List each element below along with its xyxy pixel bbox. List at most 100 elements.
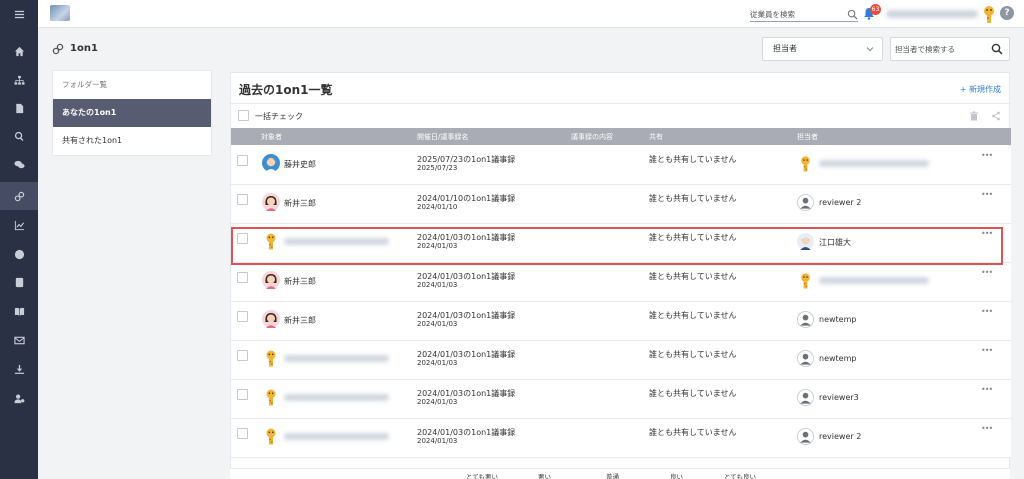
- row-checkbox[interactable]: [237, 272, 248, 283]
- download-icon[interactable]: [0, 355, 38, 383]
- company-logo[interactable]: [50, 5, 70, 21]
- col-owner[interactable]: 担当者: [797, 132, 818, 142]
- owner-filter-value: 担当者: [773, 44, 797, 53]
- col-subject[interactable]: 対象者: [261, 132, 282, 142]
- table-row[interactable]: 2024/01/03の1on1議事録 2024/01/03 誰とも共有していません r…: [231, 380, 1011, 419]
- help-icon[interactable]: ?: [1000, 6, 1014, 20]
- shared-status: 誰とも共有していません: [649, 233, 737, 242]
- more-actions-icon[interactable]: •••: [981, 151, 993, 160]
- subject-avatar-icon: [262, 310, 280, 328]
- row-checkbox[interactable]: [237, 311, 248, 322]
- home-icon[interactable]: [0, 37, 38, 65]
- document-icon[interactable]: [0, 94, 38, 122]
- row-checkbox[interactable]: [237, 428, 248, 439]
- owner-name: reviewer 2: [819, 198, 862, 207]
- col-content[interactable]: 議事録の内容: [571, 132, 613, 142]
- col-date[interactable]: 開催日/議事録名: [417, 132, 468, 142]
- row-checkbox[interactable]: [237, 350, 248, 361]
- owner-name-blurred: [819, 277, 929, 284]
- owner-filter-select[interactable]: 担当者: [762, 37, 883, 61]
- more-actions-icon[interactable]: •••: [981, 229, 993, 238]
- subject-name[interactable]: 新井三郎: [284, 276, 316, 287]
- bulk-check-checkbox[interactable]: [238, 110, 249, 121]
- record-date: 2024/01/03: [417, 398, 458, 406]
- subject-name-blurred[interactable]: [284, 355, 389, 362]
- employee-search-input[interactable]: 従業員を検索: [750, 8, 858, 22]
- row-checkbox[interactable]: [237, 233, 248, 244]
- chevron-down-icon: [866, 47, 874, 52]
- subject-avatar-icon: [262, 427, 280, 445]
- more-actions-icon[interactable]: •••: [981, 346, 993, 355]
- more-actions-icon[interactable]: •••: [981, 385, 993, 394]
- row-checkbox[interactable]: [237, 194, 248, 205]
- subject-name[interactable]: 新井三郎: [284, 315, 316, 326]
- owner-avatar-icon: [797, 272, 814, 289]
- folder-item-shared[interactable]: 共有された1on1: [53, 127, 211, 155]
- contact-card-icon[interactable]: [0, 268, 38, 296]
- record-date: 2024/01/10: [417, 203, 458, 211]
- row-checkbox[interactable]: [237, 389, 248, 400]
- more-actions-icon[interactable]: •••: [981, 307, 993, 316]
- owner-search-input[interactable]: [895, 42, 987, 57]
- more-actions-icon[interactable]: •••: [981, 268, 993, 277]
- table-row[interactable]: 2024/01/03の1on1議事録 2024/01/03 誰とも共有していません n…: [231, 341, 1011, 380]
- trash-icon[interactable]: [969, 111, 979, 121]
- table-row[interactable]: 2024/01/03の1on1議事録 2024/01/03 誰とも共有していません江…: [231, 224, 1011, 263]
- owner-avatar-icon: [797, 389, 814, 406]
- subject-name-blurred[interactable]: [284, 238, 389, 245]
- table-row[interactable]: 新井三郎 2024/01/03の1on1議事録 2024/01/03 誰とも共有してい…: [231, 302, 1011, 341]
- subject-avatar-icon: [262, 193, 280, 211]
- menu-icon[interactable]: [0, 0, 38, 28]
- subject-avatar-icon: [262, 154, 280, 172]
- owner-name: newtemp: [819, 315, 857, 324]
- rating-label: とても良い: [724, 473, 756, 479]
- chart-icon[interactable]: [0, 211, 38, 239]
- list-title: 過去の1on1一覧: [239, 83, 333, 97]
- list-toolbar: 一括チェック: [231, 103, 1011, 127]
- shared-status: 誰とも共有していません: [649, 350, 737, 359]
- book-icon[interactable]: [0, 297, 38, 325]
- owner-avatar-icon: [797, 155, 814, 172]
- owner-avatar-icon: [797, 311, 814, 328]
- compass-icon[interactable]: [0, 240, 38, 268]
- owner-name: newtemp: [819, 354, 857, 363]
- more-actions-icon[interactable]: •••: [981, 424, 993, 433]
- record-date: 2024/01/03: [417, 242, 458, 250]
- more-actions-icon[interactable]: •••: [981, 190, 993, 199]
- search-icon[interactable]: [847, 9, 858, 20]
- subject-name-blurred[interactable]: [284, 394, 389, 401]
- record-date: 2024/01/03: [417, 320, 458, 328]
- user-name-blurred[interactable]: [886, 10, 978, 18]
- subject-name[interactable]: 藤井史郎: [284, 159, 316, 170]
- record-date: 2024/01/03: [417, 437, 458, 445]
- table-row[interactable]: 2024/01/03の1on1議事録 2024/01/03 誰とも共有していません r…: [231, 419, 1011, 458]
- search-icon[interactable]: [991, 43, 1003, 55]
- subject-name-blurred[interactable]: [284, 433, 389, 440]
- table-row[interactable]: 新井三郎 2024/01/03の1on1議事録 2024/01/03 誰とも共有してい…: [231, 263, 1011, 302]
- rating-label: 普通: [606, 473, 619, 479]
- shared-status: 誰とも共有していません: [649, 428, 737, 437]
- page-title: 1on1: [70, 43, 98, 54]
- folder-item-mine[interactable]: あなたの1on1: [53, 99, 211, 127]
- search-icon[interactable]: [0, 122, 38, 150]
- chat-icon[interactable]: [0, 150, 38, 178]
- table-row[interactable]: 新井三郎 2024/01/10の1on1議事録 2024/01/10 誰とも共有してい…: [231, 185, 1011, 224]
- share-icon[interactable]: [991, 111, 1001, 121]
- link-1on1-icon[interactable]: [0, 182, 38, 210]
- subject-avatar-icon: [262, 271, 280, 289]
- new-create-button[interactable]: + 新規作成: [960, 84, 1001, 95]
- giraffe-avatar-icon[interactable]: [981, 4, 997, 24]
- org-chart-icon[interactable]: [0, 66, 38, 94]
- mail-icon[interactable]: [0, 326, 38, 354]
- oneonone-list-panel: 過去の1on1一覧 + 新規作成 一括チェック 対象者 開催日/議事録名 議事録…: [230, 72, 1011, 479]
- subject-name[interactable]: 新井三郎: [284, 198, 316, 209]
- table-row[interactable]: 藤井史郎 2025/07/23の1on1議事録 2025/07/23 誰とも共有してい…: [231, 146, 1011, 185]
- subject-avatar-icon: [262, 232, 280, 250]
- owner-avatar-icon: [797, 428, 814, 445]
- col-shared[interactable]: 共有: [649, 132, 663, 142]
- row-checkbox[interactable]: [237, 155, 248, 166]
- user-settings-icon[interactable]: [0, 384, 38, 412]
- shared-status: 誰とも共有していません: [649, 194, 737, 203]
- bulk-check-label: 一括チェック: [255, 112, 303, 121]
- owner-name-blurred: [819, 160, 929, 167]
